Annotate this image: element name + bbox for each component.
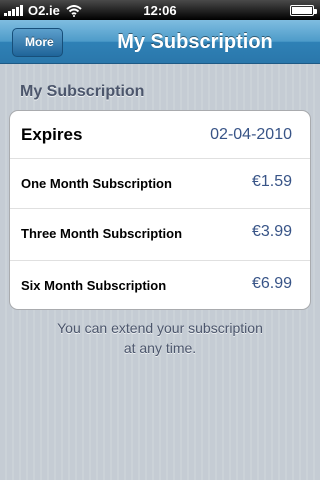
back-button[interactable]: More: [12, 28, 63, 57]
status-time: 12:06: [143, 3, 177, 18]
six-month-label: Six Month Subscription: [21, 278, 167, 293]
six-month-subscription-row[interactable]: Six Month Subscription €6.99: [10, 261, 310, 309]
three-month-label: Three Month Subscription: [21, 226, 183, 241]
one-month-price: €1.59: [251, 173, 292, 190]
navigation-bar: More My Subscription: [0, 20, 320, 64]
expires-row: Expires 02-04-2010: [10, 111, 310, 159]
page-title: My Subscription: [117, 31, 273, 53]
three-month-subscription-row[interactable]: Three Month Subscription €3.99: [10, 209, 310, 261]
footer-line-1: You can extend your subscription: [57, 320, 263, 336]
six-month-price: €6.99: [251, 275, 292, 292]
subscription-table: Expires 02-04-2010 One Month Subscriptio…: [9, 110, 311, 310]
three-month-price: €3.99: [251, 223, 292, 240]
expires-value: 02-04-2010: [210, 126, 292, 143]
one-month-label: One Month Subscription: [21, 176, 172, 191]
battery-icon: [290, 5, 317, 16]
section-header: My Subscription: [20, 83, 145, 100]
one-month-subscription-row[interactable]: One Month Subscription €1.59: [10, 159, 310, 209]
footer-note: You can extend your subscription at any …: [20, 318, 300, 358]
expires-label: Expires: [21, 125, 83, 144]
footer-line-2: at any time.: [123, 340, 197, 356]
back-button-label: More: [25, 35, 54, 49]
status-bar: O2.ie 12:06: [0, 0, 320, 20]
